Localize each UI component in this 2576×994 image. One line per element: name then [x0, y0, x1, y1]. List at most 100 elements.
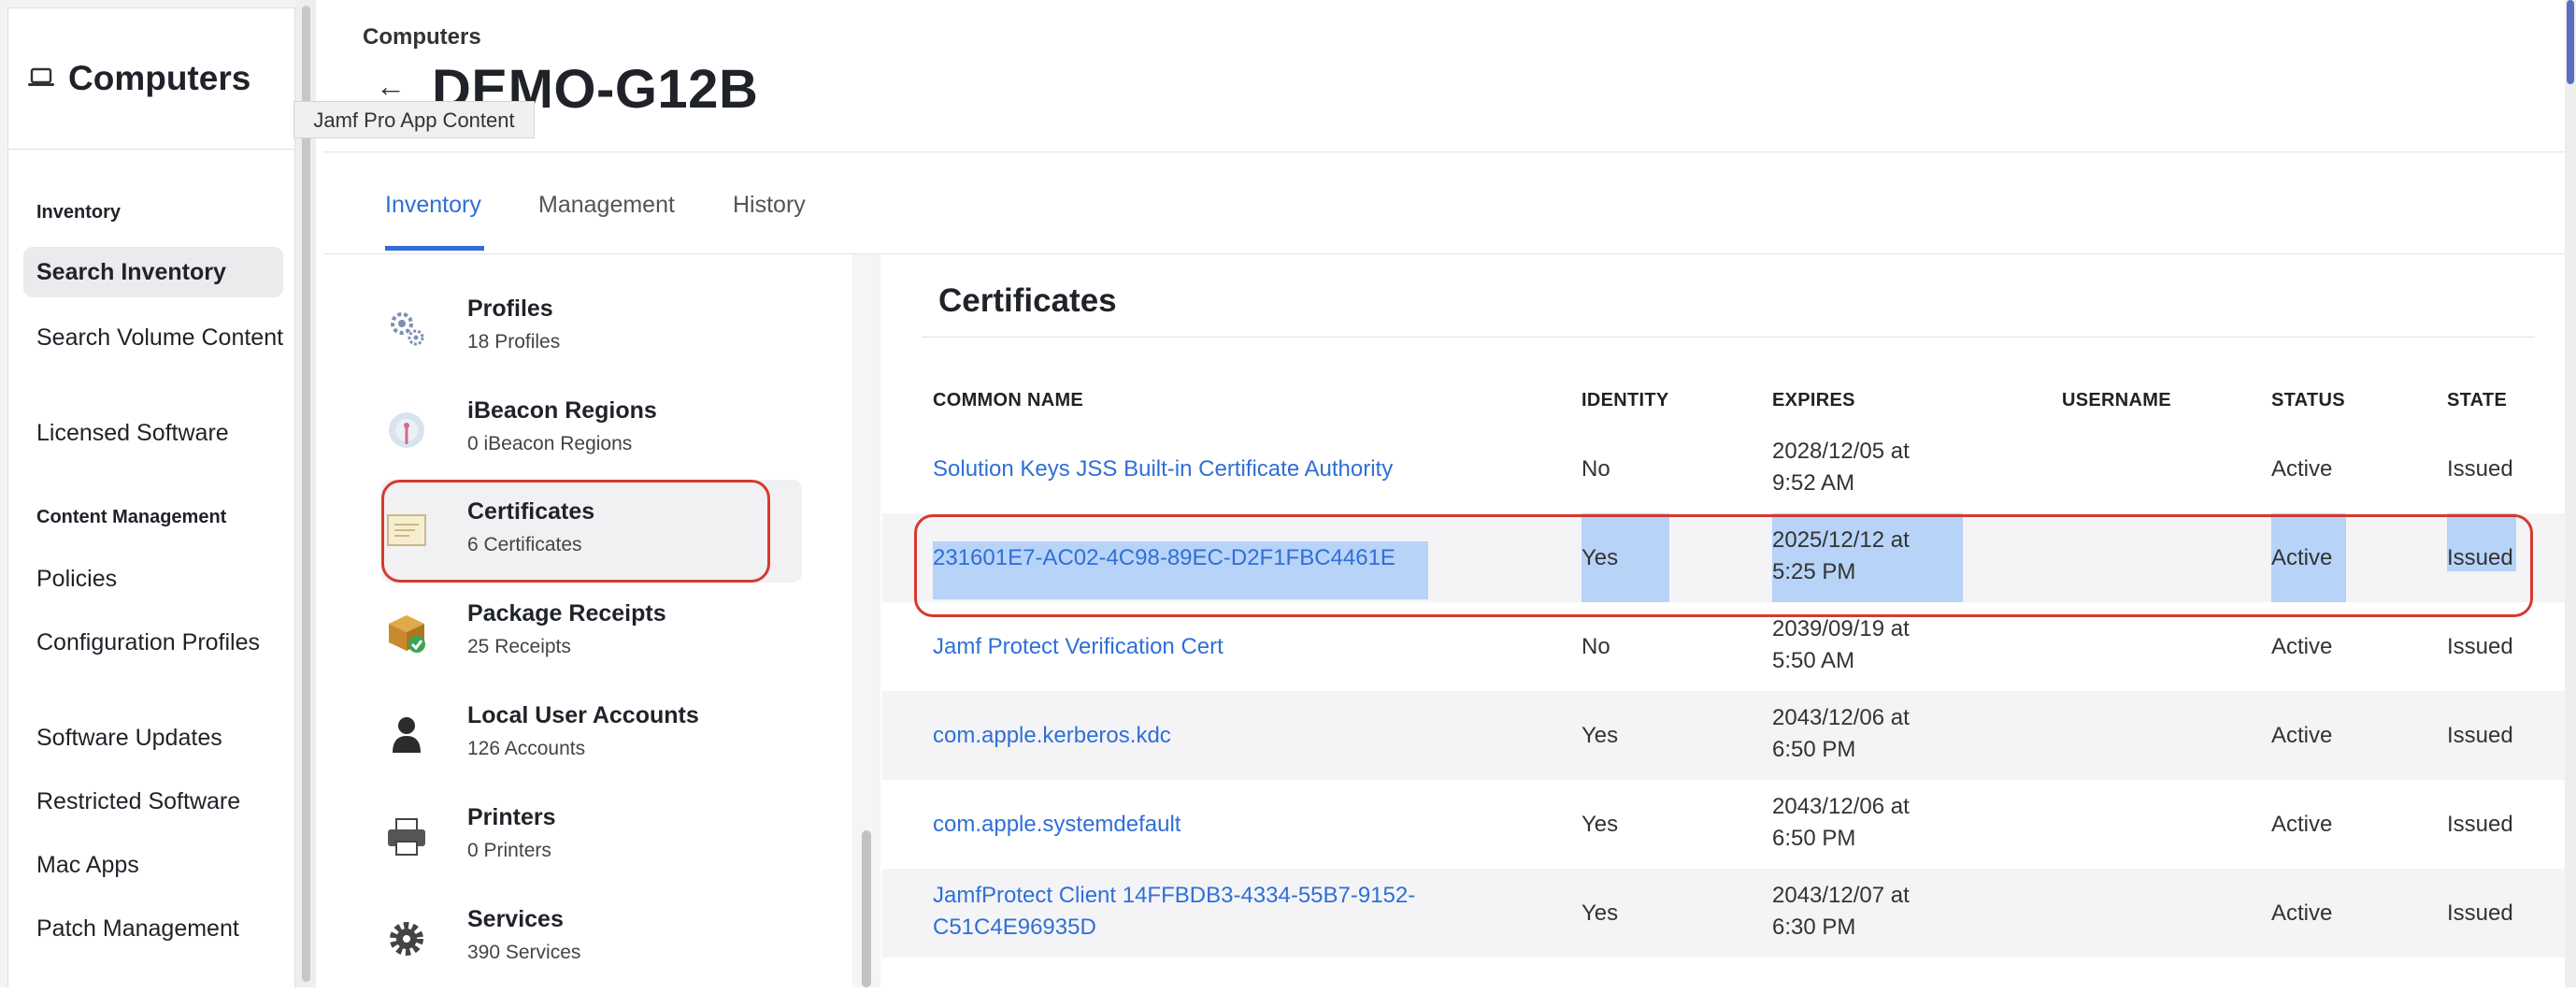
- cell-identity: No: [1581, 634, 1610, 659]
- sidebar-title: Computers: [68, 59, 251, 97]
- sidebar-item-configuration-profiles[interactable]: Configuration Profiles: [36, 627, 285, 658]
- cell-common-name[interactable]: JamfProtect Client 14FFBDB3-4334-55B7-91…: [933, 880, 1415, 912]
- category-name: Local User Accounts: [467, 702, 699, 728]
- table-row[interactable]: com.apple.systemdefault Yes 2043/12/06 a…: [882, 780, 2565, 869]
- column-header-status[interactable]: STATUS: [2271, 390, 2345, 411]
- category-count: 126 Accounts: [467, 738, 586, 759]
- package-icon: [385, 612, 428, 655]
- tooltip: Jamf Pro App Content: [293, 101, 535, 138]
- category-scrollbar[interactable]: [852, 254, 880, 987]
- printer-icon: [385, 815, 428, 858]
- category-annotation-highlight: [381, 480, 770, 583]
- category-name: Printers: [467, 804, 556, 830]
- sidebar-item-software-updates[interactable]: Software Updates: [36, 722, 285, 754]
- cell-common-name[interactable]: Jamf Protect Verification Cert: [933, 631, 1224, 663]
- divider: [922, 337, 2535, 338]
- column-header-identity[interactable]: IDENTITY: [1581, 390, 1669, 411]
- cell-expires-time: 6:50 PM: [1772, 826, 1856, 851]
- cell-identity: Yes: [1581, 900, 1619, 926]
- sidebar-nav: Inventory Search Inventory Search Volume…: [7, 150, 295, 987]
- tab-history[interactable]: History: [733, 192, 806, 219]
- column-header-common-name[interactable]: COMMON NAME: [933, 390, 1083, 411]
- cell-expires-date: 2043/12/07 at: [1772, 883, 1910, 908]
- cell-status: Active: [2271, 634, 2333, 659]
- category-count: 390 Services: [467, 942, 581, 963]
- cell-expires-date: 2043/12/06 at: [1772, 794, 1910, 819]
- cell-state: Issued: [2447, 812, 2513, 837]
- cell-expires-time: 9:52 AM: [1772, 470, 1855, 496]
- sidebar-section-inventory: Inventory: [36, 202, 122, 223]
- cell-expires-time: 6:50 PM: [1772, 737, 1856, 762]
- column-header-username[interactable]: USERNAME: [2062, 390, 2171, 411]
- tab-inventory[interactable]: Inventory: [385, 192, 481, 219]
- category-name: Services: [467, 906, 564, 932]
- cell-identity: Yes: [1581, 723, 1619, 748]
- cell-status: Active: [2271, 812, 2333, 837]
- tab-management[interactable]: Management: [538, 192, 675, 219]
- sidebar-item-search-volume-content[interactable]: Search Volume Content: [36, 322, 285, 353]
- cell-expires-date: 2039/09/19 at: [1772, 616, 1910, 641]
- cell-identity: No: [1581, 456, 1610, 482]
- cell-status: Active: [2271, 723, 2333, 748]
- cell-expires-date: 2028/12/05 at: [1772, 439, 1910, 464]
- category-count: 25 Receipts: [467, 636, 571, 657]
- laptop-icon: [27, 65, 55, 96]
- cell-state: Issued: [2447, 456, 2513, 482]
- cell-expires-time: 5:50 AM: [1772, 648, 1855, 673]
- cell-common-name[interactable]: Solution Keys JSS Built-in Certificate A…: [933, 454, 1393, 485]
- gears-icon: [385, 307, 428, 350]
- category-count: 18 Profiles: [467, 331, 561, 353]
- category-local-user-accounts[interactable]: Local User Accounts 126 Accounts: [379, 687, 791, 790]
- cell-common-name-line2[interactable]: C51C4E96935D: [933, 912, 1096, 944]
- breadcrumb[interactable]: Computers: [363, 24, 481, 50]
- cell-state: Issued: [2447, 900, 2513, 926]
- certificates-panel: Certificates COMMON NAME IDENTITY EXPIRE…: [882, 254, 2576, 987]
- cell-status: Active: [2271, 456, 2333, 482]
- category-package-receipts[interactable]: Package Receipts 25 Receipts: [379, 585, 791, 688]
- table-row[interactable]: JamfProtect Client 14FFBDB3-4334-55B7-91…: [882, 869, 2565, 958]
- gear-icon: [385, 917, 428, 960]
- sidebar-item-mac-apps[interactable]: Mac Apps: [36, 849, 285, 881]
- section-title: Certificates: [938, 282, 1117, 319]
- category-name: Package Receipts: [467, 600, 666, 627]
- cell-expires-date: 2043/12/06 at: [1772, 705, 1910, 730]
- sidebar-item-search-inventory[interactable]: Search Inventory: [23, 247, 283, 297]
- cell-common-name[interactable]: com.apple.kerberos.kdc: [933, 720, 1171, 752]
- sidebar-header: Computers: [7, 7, 295, 150]
- cell-state: Issued: [2447, 723, 2513, 748]
- sidebar-item-patch-management[interactable]: Patch Management: [36, 913, 285, 944]
- category-printers[interactable]: Printers 0 Printers: [379, 789, 791, 892]
- category-profiles[interactable]: Profiles 18 Profiles: [379, 281, 791, 383]
- column-header-expires[interactable]: EXPIRES: [1772, 390, 1855, 411]
- sidebar-item-restricted-software[interactable]: Restricted Software: [36, 785, 285, 817]
- page-header: Computers ← DEMO-G12B: [323, 0, 2576, 152]
- back-arrow-icon[interactable]: ←: [376, 69, 406, 104]
- category-ibeacon-regions[interactable]: iBeacon Regions 0 iBeacon Regions: [379, 382, 791, 485]
- sidebar-section-content-management: Content Management: [36, 507, 227, 527]
- tab-bar: Inventory Management History: [323, 152, 2576, 254]
- sidebar-item-policies[interactable]: Policies: [36, 563, 285, 595]
- row-annotation-highlight: [914, 514, 2533, 617]
- sidebar: Computers Inventory Search Inventory Sea…: [0, 0, 295, 987]
- category-services[interactable]: Services 390 Services: [379, 891, 791, 994]
- cell-status: Active: [2271, 900, 2333, 926]
- column-header-state[interactable]: STATE: [2447, 390, 2507, 411]
- category-scrollbar-thumb[interactable]: [862, 830, 871, 987]
- cell-state: Issued: [2447, 634, 2513, 659]
- cell-expires-time: 6:30 PM: [1772, 915, 1856, 940]
- ibeacon-icon: [385, 409, 428, 452]
- window-scrollbar-thumb[interactable]: [2567, 0, 2574, 84]
- user-icon: [385, 713, 428, 756]
- cell-identity: Yes: [1581, 812, 1619, 837]
- sidebar-scrollbar[interactable]: [295, 0, 316, 987]
- sidebar-item-licensed-software[interactable]: Licensed Software: [36, 417, 285, 449]
- cell-common-name[interactable]: com.apple.systemdefault: [933, 809, 1181, 841]
- category-count: 0 iBeacon Regions: [467, 433, 633, 454]
- window-scrollbar[interactable]: [2565, 0, 2576, 987]
- sidebar-scrollbar-thumb[interactable]: [302, 6, 310, 982]
- active-tab-indicator: [385, 246, 484, 251]
- category-count: 0 Printers: [467, 840, 551, 861]
- table-row[interactable]: com.apple.kerberos.kdc Yes 2043/12/06 at…: [882, 691, 2565, 780]
- table-row[interactable]: Solution Keys JSS Built-in Certificate A…: [882, 425, 2565, 513]
- category-name: Profiles: [467, 295, 553, 322]
